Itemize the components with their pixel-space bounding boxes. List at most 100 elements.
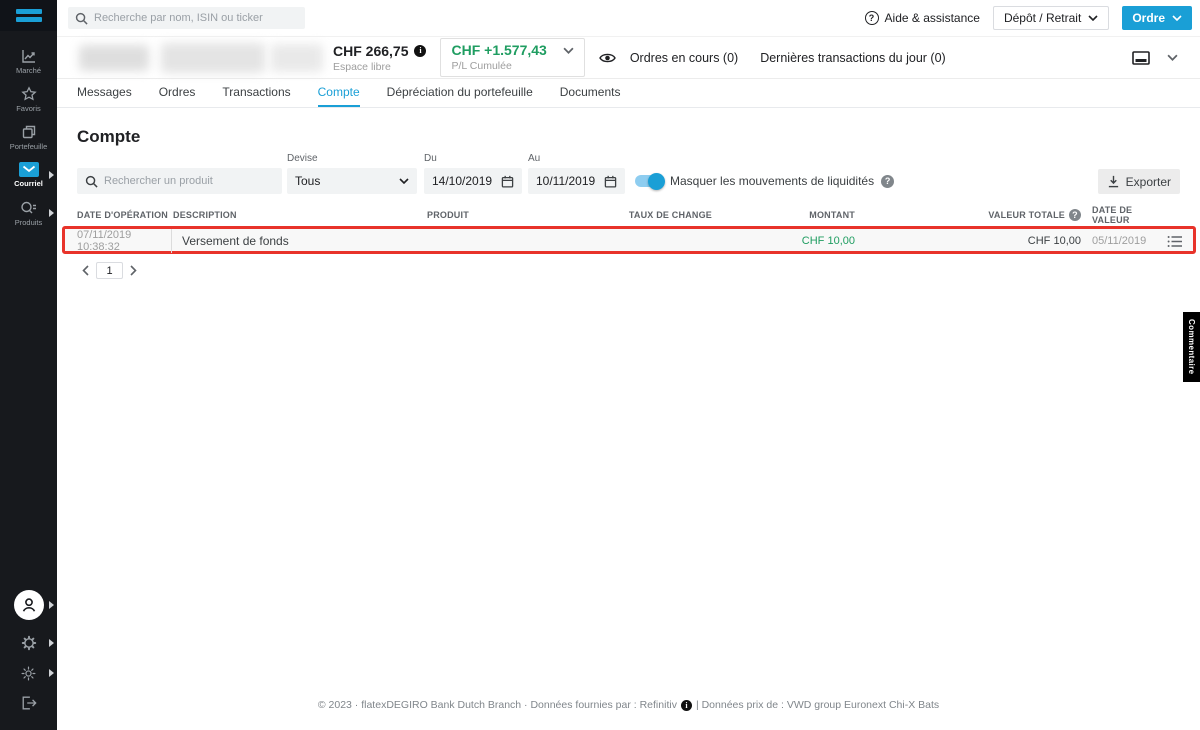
row-date-de-valeur: 05/11/2019 <box>1081 230 1159 252</box>
download-icon <box>1107 175 1120 188</box>
last-transactions-link[interactable]: Dernières transactions du jour (0) <box>760 51 946 65</box>
redacted-account-info <box>75 41 327 75</box>
col-date-operation: DATE D'OPÉRATION <box>77 210 172 220</box>
row-valeur-totale: CHF 10,00 <box>855 230 1081 252</box>
row-montant: CHF 10,00 <box>712 230 855 252</box>
page-title: Compte <box>77 127 1200 147</box>
orders-in-progress-link[interactable]: Ordres en cours (0) <box>630 51 738 65</box>
sidebar-item-favoris[interactable]: Favoris <box>0 80 57 118</box>
col-valeur-totale: VALEUR TOTALE <box>988 210 1065 220</box>
main-area: ? Aide & assistance Dépôt / Retrait Ordr… <box>57 0 1200 730</box>
profile-menu[interactable] <box>0 587 57 623</box>
table-row[interactable]: 07/11/2019 10:38:32 Versement de fonds C… <box>62 226 1196 254</box>
submenu-arrow-icon <box>49 639 54 647</box>
sidebar-item-label: Portefeuille <box>10 142 48 151</box>
tab-messages[interactable]: Messages <box>77 79 132 107</box>
mail-icon <box>19 162 39 177</box>
help-icon[interactable]: ? <box>881 175 894 188</box>
settings-button[interactable] <box>0 628 57 658</box>
row-description: Versement de fonds <box>172 230 427 252</box>
global-search[interactable] <box>68 7 305 29</box>
deposit-withdraw-button[interactable]: Dépôt / Retrait <box>993 6 1109 30</box>
tab-transactions[interactable]: Transactions <box>222 79 290 107</box>
col-produit: PRODUIT <box>427 210 627 220</box>
pl-value: CHF +1.577,43 <box>451 42 546 58</box>
date-from-input[interactable]: 14/10/2019 <box>424 168 522 194</box>
tab-documents[interactable]: Documents <box>560 79 621 107</box>
current-page-box[interactable]: 1 <box>96 262 123 279</box>
pl-cumulative-box[interactable]: CHF +1.577,43 P/L Cumulée <box>440 38 584 77</box>
submenu-arrow-icon <box>49 601 54 609</box>
chevron-down-icon <box>1088 15 1098 21</box>
next-page-button[interactable] <box>130 265 137 276</box>
devise-label: Devise <box>287 153 417 164</box>
submenu-arrow-icon <box>49 171 54 179</box>
pagination: 1 <box>82 262 1200 279</box>
avatar[interactable] <box>14 590 44 620</box>
au-label: Au <box>528 153 625 164</box>
product-search-input[interactable] <box>104 175 274 187</box>
logo-bar <box>16 17 42 22</box>
eye-icon[interactable] <box>599 52 616 64</box>
col-taux-de-change: TAUX DE CHANGE <box>627 210 712 220</box>
display-monitor-icon[interactable] <box>1132 51 1150 65</box>
app-logo[interactable] <box>0 0 57 31</box>
pl-label: P/L Cumulée <box>451 60 573 72</box>
info-icon[interactable]: i <box>414 45 426 57</box>
sun-icon <box>21 666 36 681</box>
prev-page-button[interactable] <box>82 265 89 276</box>
chevron-down-icon[interactable] <box>1167 54 1178 61</box>
account-header: CHF 266,75 i Espace libre CHF +1.577,43 … <box>57 36 1200 79</box>
free-space-value: CHF 266,75 <box>333 43 408 59</box>
export-button[interactable]: Exporter <box>1098 169 1180 194</box>
gear-icon <box>21 635 37 651</box>
help-label: Aide & assistance <box>885 11 980 25</box>
sidebar-item-label: Courriel <box>14 179 43 188</box>
comment-side-tab[interactable]: Commentaire <box>1183 312 1200 382</box>
tab-ordres[interactable]: Ordres <box>159 79 196 107</box>
sidebar-item-label: Marché <box>16 66 41 75</box>
export-label: Exporter <box>1126 175 1171 189</box>
sidebar-item-label: Favoris <box>16 104 41 113</box>
col-montant: MONTANT <box>712 210 855 220</box>
logout-icon <box>21 695 37 711</box>
filters-row: Devise Tous Du 14/10/2019 Au 10/11/2019 <box>57 153 1200 194</box>
logout-button[interactable] <box>0 688 57 718</box>
table-header: DATE D'OPÉRATION DESCRIPTION PRODUIT TAU… <box>57 204 1200 226</box>
order-button[interactable]: Ordre <box>1122 6 1192 30</box>
date-to-value: 10/11/2019 <box>536 174 595 188</box>
submenu-arrow-icon <box>49 209 54 217</box>
products-search-icon <box>20 200 37 216</box>
star-icon <box>21 86 37 102</box>
chevron-down-icon <box>563 47 574 54</box>
sidebar-item-produits[interactable]: Produits <box>0 194 57 232</box>
sidebar-item-marche[interactable]: Marché <box>0 42 57 80</box>
row-details-list-icon[interactable] <box>1159 230 1185 252</box>
tab-bar: Messages Ordres Transactions Compte Dépr… <box>57 79 1200 108</box>
sidebar-item-portefeuille[interactable]: Portefeuille <box>0 118 57 156</box>
theme-brightness-button[interactable] <box>0 658 57 688</box>
market-chart-icon <box>21 48 37 64</box>
row-produit <box>427 230 627 252</box>
search-icon <box>85 175 98 188</box>
help-assistance-link[interactable]: ? Aide & assistance <box>865 11 980 25</box>
portfolio-icon <box>21 124 37 140</box>
help-icon[interactable]: ? <box>1069 209 1081 221</box>
logo-bar <box>16 9 42 14</box>
tab-compte[interactable]: Compte <box>318 79 360 107</box>
submenu-arrow-icon <box>49 669 54 677</box>
calendar-icon <box>501 175 514 188</box>
col-description: DESCRIPTION <box>172 210 427 220</box>
product-search[interactable] <box>77 168 282 194</box>
calendar-icon <box>604 175 617 188</box>
search-input[interactable] <box>94 12 298 24</box>
info-icon[interactable]: i <box>681 700 692 711</box>
tab-depreciation[interactable]: Dépréciation du portefeuille <box>387 79 533 107</box>
devise-select[interactable]: Tous <box>287 168 417 194</box>
footer: © 2023 · flatexDEGIRO Bank Dutch Branch … <box>57 699 1200 711</box>
hide-cash-movements-toggle[interactable] <box>635 175 663 187</box>
chevron-down-icon <box>1172 15 1182 21</box>
devise-value: Tous <box>295 174 320 188</box>
date-to-input[interactable]: 10/11/2019 <box>528 168 625 194</box>
sidebar-item-courriel[interactable]: Courriel <box>0 156 57 194</box>
